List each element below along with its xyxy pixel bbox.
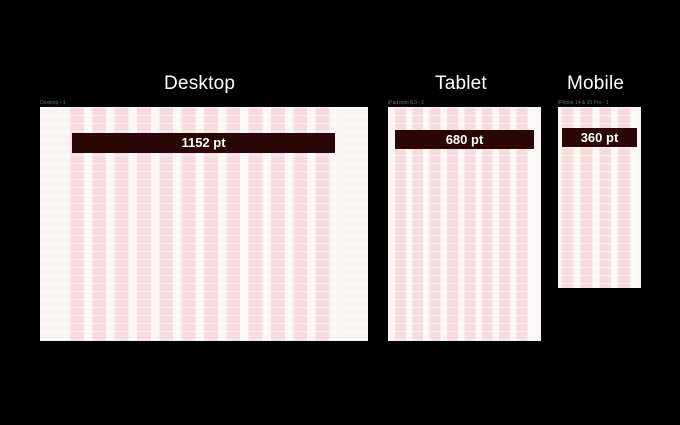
tablet-frame[interactable]: 680 pt [388, 107, 541, 341]
mobile-frame[interactable]: 360 pt [558, 107, 641, 288]
tablet-width-bar: 680 pt [395, 130, 534, 149]
tablet-heading: Tablet [435, 73, 487, 94]
desktop-width-bar: 1152 pt [72, 133, 335, 153]
mobile-heading: Mobile [567, 73, 625, 94]
desktop-frame[interactable]: 1152 pt [40, 107, 368, 341]
desktop-heading: Desktop [164, 73, 236, 94]
mobile-frame-label: iPhone 14 & 15 Pro - 1 [558, 100, 609, 106]
desktop-frame-label: Desktop - 1 [40, 100, 66, 106]
tablet-frame-label: iPad mini 8.3 - 1 [388, 100, 425, 106]
mobile-width-bar: 360 pt [562, 128, 637, 147]
